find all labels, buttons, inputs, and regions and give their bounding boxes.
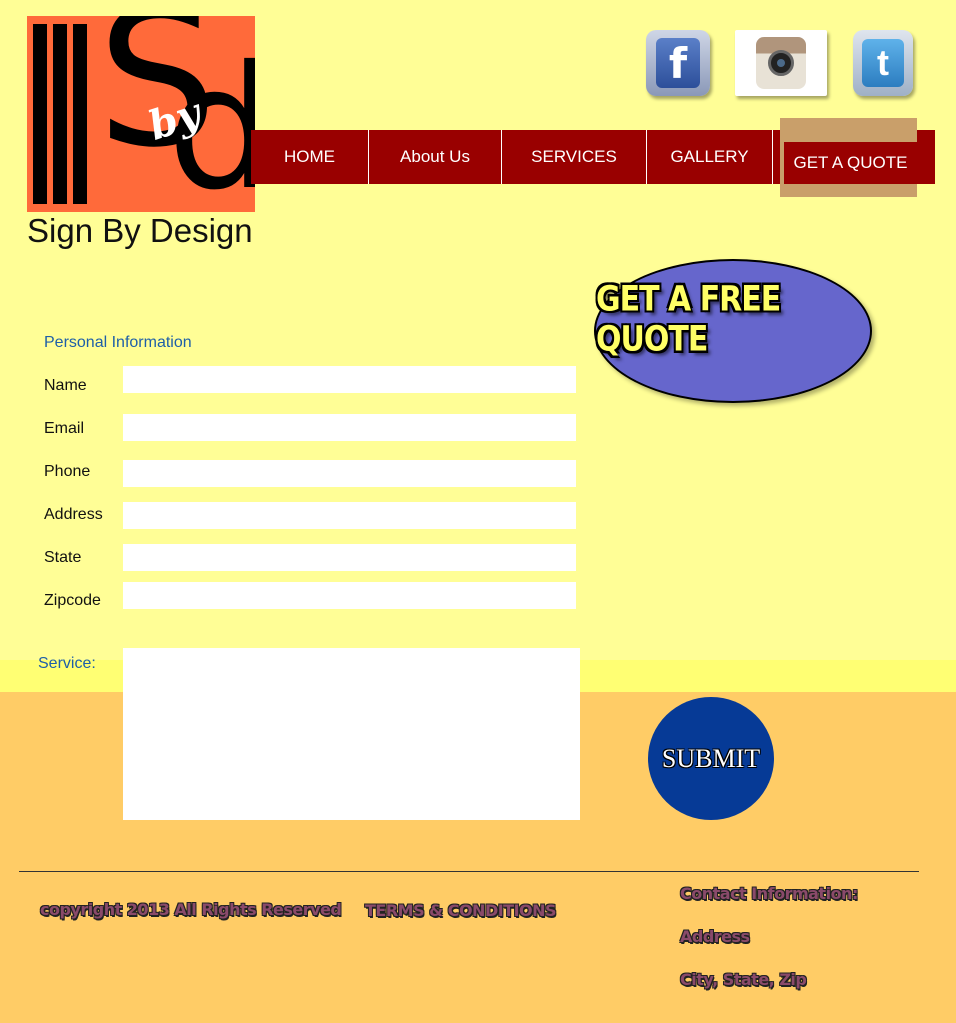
facebook-link[interactable]: f — [646, 30, 710, 96]
personal-info-heading: Personal Information — [44, 334, 192, 351]
logo-bar — [73, 24, 87, 204]
nav-about-us[interactable]: About Us — [369, 130, 502, 184]
logo-wordmark: Sign By Design — [27, 212, 253, 249]
submit-button[interactable]: SUBMIT — [648, 697, 774, 820]
terms-link[interactable]: TERMS & CONDITIONS — [365, 901, 557, 920]
copyright-text: copyright 2013 All Rights Reserved — [40, 900, 342, 919]
state-label: State — [44, 549, 82, 566]
name-label: Name — [44, 377, 87, 394]
footer-divider — [19, 871, 919, 872]
submit-label: SUBMIT — [661, 743, 761, 773]
nav-get-a-quote[interactable]: GET A QUOTE — [784, 142, 917, 184]
free-quote-label: GET A FREE QUOTE — [596, 279, 781, 360]
service-label: Service: — [38, 655, 96, 672]
logo-bar — [53, 24, 67, 204]
zipcode-field[interactable] — [123, 582, 576, 609]
zipcode-label: Zipcode — [44, 592, 101, 609]
contact-address: Address — [680, 927, 750, 946]
site-logo[interactable]: S d by — [27, 16, 255, 212]
nav-home[interactable]: HOME — [251, 130, 369, 184]
nav-gallery[interactable]: GALLERY — [647, 130, 773, 184]
email-label: Email — [44, 420, 85, 437]
nav-services[interactable]: SERVICES — [502, 130, 647, 184]
phone-label: Phone — [44, 463, 91, 480]
contact-heading: Contact Information: — [680, 884, 858, 903]
address-field[interactable] — [123, 502, 576, 529]
address-label: Address — [44, 506, 103, 523]
twitter-link[interactable]: t — [853, 30, 913, 96]
instagram-link[interactable] — [735, 30, 827, 96]
email-field[interactable] — [123, 414, 576, 441]
state-field[interactable] — [123, 544, 576, 571]
free-quote-badge[interactable]: GET A FREE QUOTE — [594, 259, 872, 403]
logo-bar — [33, 24, 47, 204]
phone-field[interactable] — [123, 460, 576, 487]
instagram-icon — [756, 37, 806, 89]
service-textarea[interactable] — [123, 648, 580, 820]
contact-city-state-zip: City, State, Zip — [680, 970, 807, 989]
facebook-icon: f — [656, 38, 700, 88]
name-field[interactable] — [123, 366, 576, 393]
twitter-icon: t — [862, 39, 904, 87]
